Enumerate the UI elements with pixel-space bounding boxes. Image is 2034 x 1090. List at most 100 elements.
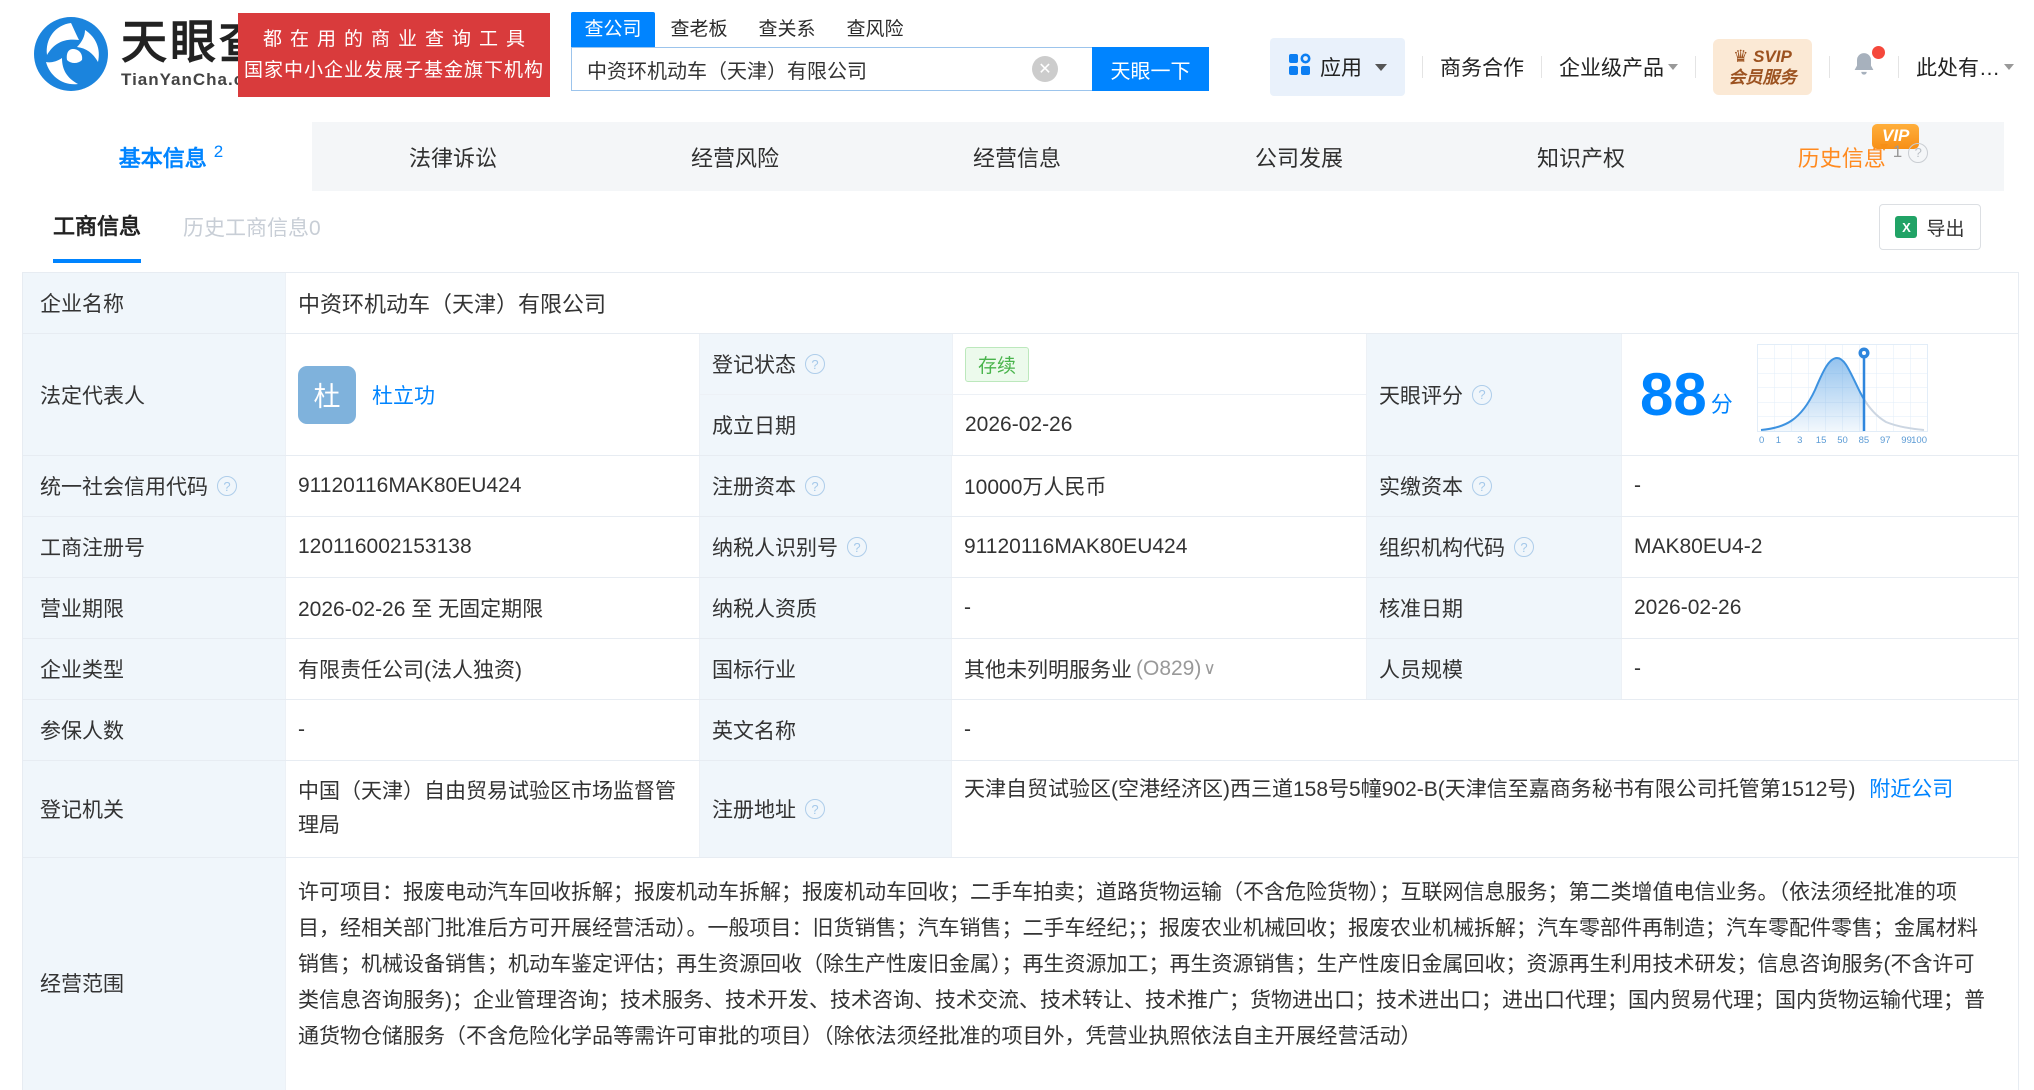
search-button[interactable]: 天眼一下 [1092, 47, 1209, 91]
tab-legal-litigation[interactable]: 法律诉讼 [312, 122, 594, 191]
svg-text:15: 15 [1816, 435, 1827, 446]
company-name-value: 中资环机动车（天津）有限公司 [285, 273, 2018, 333]
field-label-text: 登记状态 [712, 354, 796, 377]
taxpayer-quality-value: - [951, 578, 1366, 638]
business-scope-value: 许可项目：报废电动汽车回收拆解；报废机动车拆解；报废机动车回收；二手车拍卖；道路… [285, 858, 2018, 1090]
brand-logo[interactable]: 天眼查 TianYanCha.com [33, 16, 272, 97]
question-icon[interactable]: ? [1472, 476, 1492, 496]
field-label-text: 注册资本 [712, 476, 796, 499]
score-value: 88 [1640, 360, 1707, 428]
subsection-bar: 工商信息 历史工商信息0 X 导出 [30, 191, 2004, 263]
search-tabs: 查公司 查老板 查关系 查风险 [571, 12, 1209, 47]
enterprise-products-label: 企业级产品 [1559, 57, 1664, 80]
tab-company-development[interactable]: 公司发展 [1158, 122, 1440, 191]
question-icon[interactable]: ? [1472, 384, 1492, 405]
reg-number-value: 120116002153138 [285, 517, 699, 577]
table-row: 工商注册号 120116002153138 纳税人识别号 ? 91120116M… [23, 517, 2018, 578]
question-icon[interactable]: ? [217, 476, 237, 496]
tab-history-info[interactable]: VIP 历史信息 1 ? [1722, 122, 2004, 191]
field-label-text: 实缴资本 [1379, 476, 1463, 499]
field-label-text: 纳税人识别号 [712, 537, 838, 560]
notification-bell-icon[interactable] [1849, 45, 1885, 85]
field-label: 纳税人资质 [699, 578, 951, 638]
tab-label: 知识产权 [1536, 145, 1625, 171]
tab-basic-info[interactable]: 基本信息 2 [30, 122, 312, 191]
taxpayer-id-value: 91120116MAK80EU424 [951, 517, 1366, 577]
chevron-down-icon[interactable]: ∨ [1203, 659, 1215, 679]
tab-label: 法律诉讼 [408, 145, 497, 171]
question-icon[interactable]: ? [1514, 537, 1534, 557]
score-distribution-chart: 0 1 3 15 50 85 97 99 100 [1756, 343, 1928, 446]
tab-operation-info[interactable]: 经营信息 [876, 122, 1158, 191]
chevron-down-icon [2004, 64, 2014, 70]
svip-member-badge[interactable]: ♛ SVIP 会员服务 [1713, 39, 1812, 95]
question-icon[interactable]: ? [1908, 142, 1929, 163]
clear-icon[interactable]: ✕ [1032, 56, 1058, 82]
export-label: 导出 [1926, 218, 1965, 240]
business-cooperation-link[interactable]: 商务合作 [1440, 52, 1524, 82]
reg-capital-value: 10000万人民币 [951, 456, 1366, 516]
chevron-down-icon [1668, 64, 1678, 70]
field-label: 实缴资本 ? [1366, 456, 1621, 516]
tab-count: 2 [213, 141, 224, 161]
subtab-history-business-info[interactable]: 历史工商信息0 [183, 212, 321, 242]
header: 天眼查 TianYanCha.com 都在用的商业查询工具 国家中小企业发展子基… [0, 0, 2034, 118]
field-label: 营业期限 [23, 578, 285, 638]
credit-code-value: 91120116MAK80EU424 [285, 456, 699, 516]
field-label-text: 组织机构代码 [1379, 537, 1505, 560]
nearby-companies-link[interactable]: 附近公司 [1869, 778, 1953, 801]
insured-count-value: - [285, 700, 699, 760]
search-tab-boss[interactable]: 查老板 [655, 14, 743, 47]
search-input[interactable] [572, 49, 1032, 89]
section-tabs: 基本信息 2 法律诉讼 经营风险 经营信息 公司发展 知识产权 VIP 历史信息… [30, 122, 2004, 191]
question-icon[interactable]: ? [805, 476, 825, 496]
tab-intellectual-property[interactable]: 知识产权 [1440, 122, 1722, 191]
svg-text:100: 100 [1911, 435, 1927, 446]
reg-address-cell: 天津自贸试验区(空港经济区)西三道158号5幢902-B(天津信至嘉商务秘书有限… [951, 761, 2018, 857]
establish-date-value: 2026-02-26 [952, 395, 1366, 455]
table-row: 参保人数 - 英文名称 - [23, 700, 2018, 761]
enterprise-products-menu[interactable]: 企业级产品 [1559, 52, 1678, 82]
tab-label: 基本信息 [118, 145, 207, 171]
search-tab-risk[interactable]: 查风险 [831, 14, 919, 47]
crown-icon: ♛ [1733, 46, 1749, 66]
svg-text:97: 97 [1880, 435, 1891, 446]
field-label: 人员规模 [1366, 639, 1621, 699]
field-label-text: 注册地址 [712, 799, 796, 822]
staff-size-value: - [1621, 639, 2018, 699]
table-row: 经营范围 许可项目：报废电动汽车回收拆解；报废机动车拆解；报废机动车回收；二手车… [23, 858, 2018, 1090]
field-label: 英文名称 [699, 700, 951, 760]
approval-date-value: 2026-02-26 [1621, 578, 2018, 638]
subtab-business-info[interactable]: 工商信息 [53, 191, 142, 263]
svg-text:0: 0 [1759, 435, 1764, 446]
search-area: 查公司 查老板 查关系 查风险 ✕ 天眼一下 [571, 12, 1209, 91]
tab-label: 经营风险 [690, 145, 779, 171]
search-tab-company[interactable]: 查公司 [571, 12, 655, 47]
reg-address-value: 天津自贸试验区(空港经济区)西三道158号5幢902-B(天津信至嘉商务秘书有限… [964, 778, 1856, 801]
table-row: 法定代表人 杜 杜立功 登记状态 ? 存续 成立日期 2026-02-26 天眼… [23, 334, 2018, 456]
field-label: 注册资本 ? [699, 456, 951, 516]
tab-label: 公司发展 [1254, 145, 1343, 171]
score-unit: 分 [1710, 391, 1733, 417]
question-icon[interactable]: ? [805, 354, 825, 374]
org-code-value: MAK80EU4-2 [1621, 517, 2018, 577]
industry-name: 其他未列明服务业 [964, 659, 1132, 682]
divider [1695, 56, 1696, 78]
question-icon[interactable]: ? [805, 799, 825, 819]
profile-menu[interactable]: 此处有… [1916, 52, 2014, 82]
reg-status-cell: 存续 [952, 334, 1366, 394]
export-button[interactable]: X 导出 [1879, 204, 1981, 250]
apps-menu[interactable]: 应用 [1270, 38, 1405, 96]
status-badge: 存续 [965, 346, 1030, 382]
legal-rep-link[interactable]: 杜立功 [372, 380, 435, 410]
tab-operation-risk[interactable]: 经营风险 [594, 122, 876, 191]
search-tab-relation[interactable]: 查关系 [743, 14, 831, 47]
tab-count: 1 [1892, 141, 1903, 161]
field-label: 法定代表人 [23, 334, 285, 455]
field-label: 登记机关 [23, 761, 285, 857]
divider [1829, 56, 1830, 78]
promo-line1: 都在用的商业查询工具 [262, 29, 533, 50]
avatar[interactable]: 杜 [298, 365, 356, 424]
paid-capital-value: - [1621, 456, 2018, 516]
question-icon[interactable]: ? [847, 537, 867, 557]
